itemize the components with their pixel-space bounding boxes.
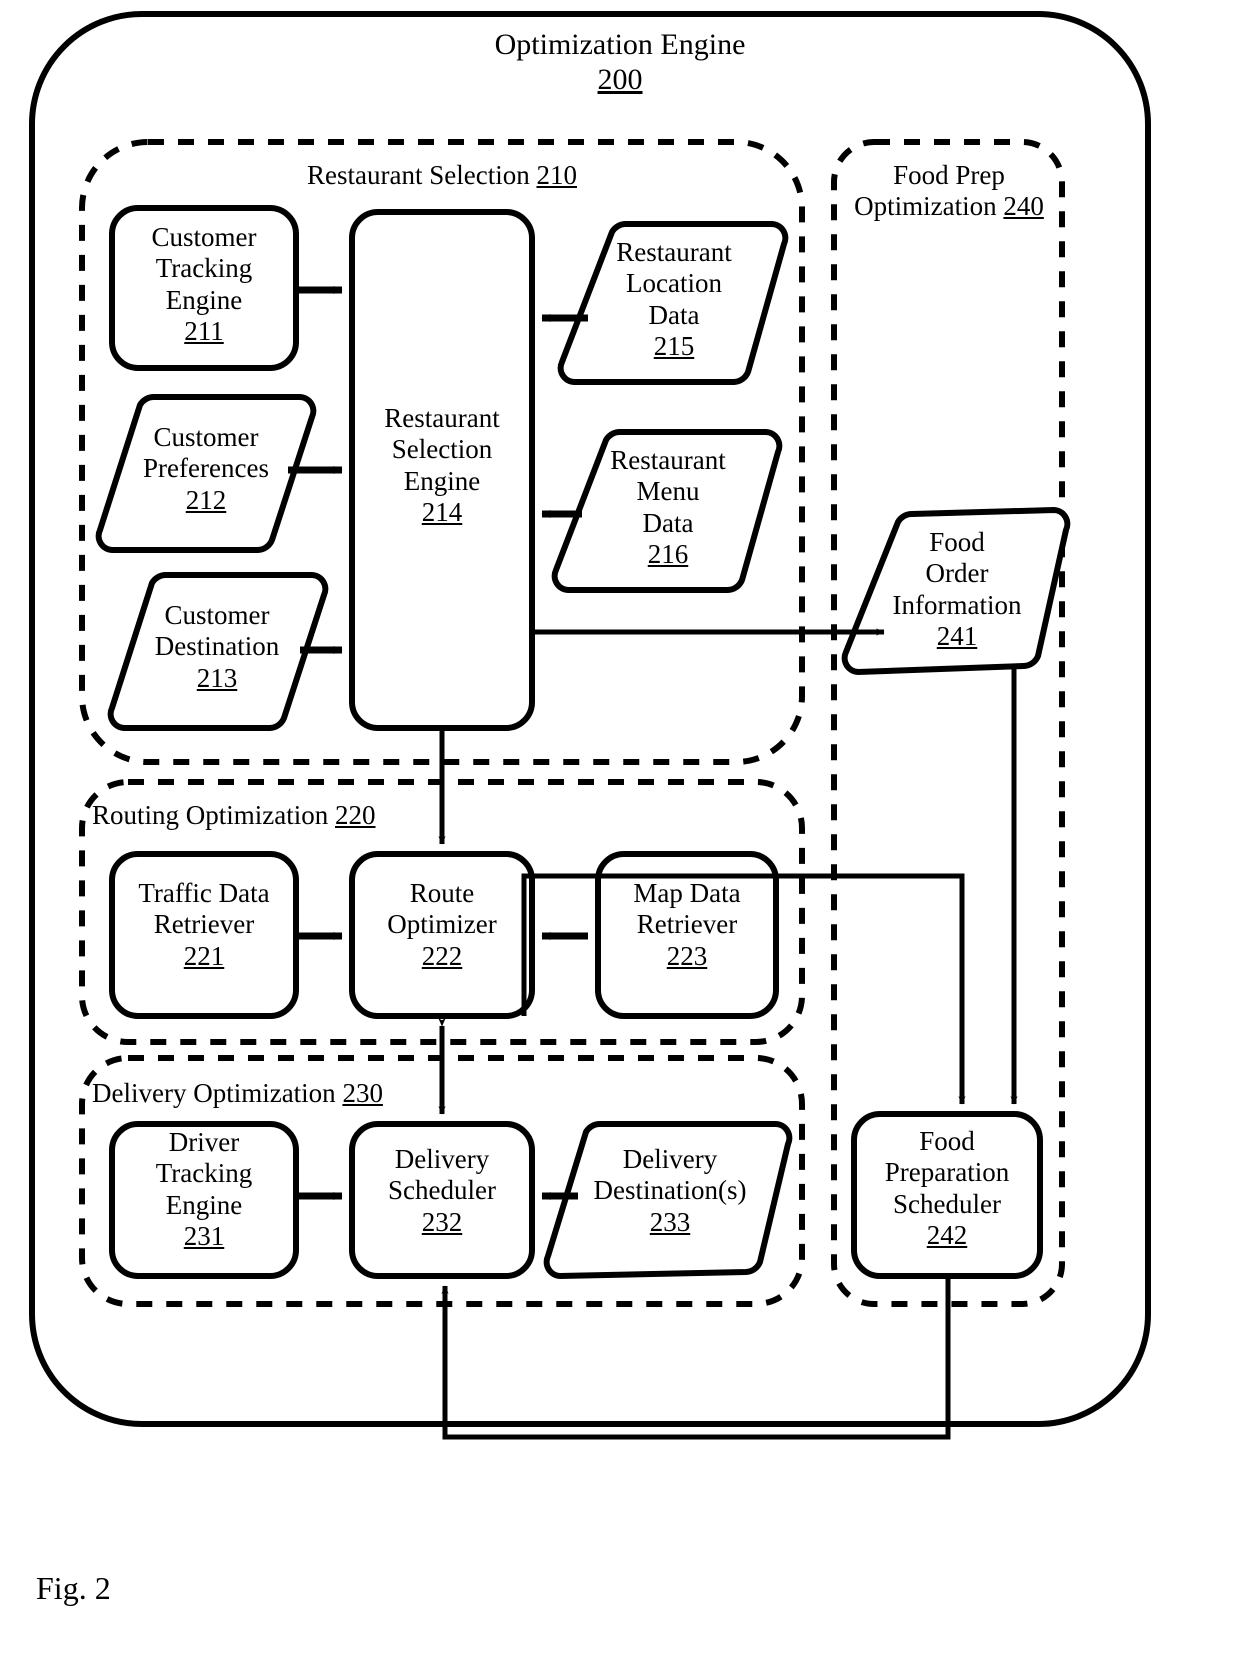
- group-label-routing-text: Routing Optimization: [92, 800, 329, 830]
- node-line: Route: [409, 878, 475, 908]
- group-label-delivery-optimization: Delivery Optimization 230: [92, 1078, 492, 1109]
- node-line: Customer: [153, 422, 259, 452]
- node-line: Scheduler: [893, 1188, 1001, 1219]
- page-title-text: Optimization Engine: [494, 28, 746, 61]
- group-ref-food-prep: 240: [1003, 191, 1044, 222]
- node-label-traffic-data-retriever: Traffic Data Retriever 221: [108, 878, 300, 972]
- node-label-food-preparation-scheduler: Food Preparation Scheduler 242: [850, 1126, 1044, 1251]
- node-ref: 215: [653, 330, 695, 361]
- node-label-food-order-information: Food Order Information 241: [852, 527, 1062, 652]
- node-line: Traffic Data: [138, 878, 270, 908]
- node-ref: 222: [421, 940, 463, 971]
- page-title: Optimization Engine 200: [370, 28, 870, 98]
- group-label-delivery-text: Delivery Optimization: [92, 1078, 336, 1108]
- node-line: Preparation: [884, 1157, 1010, 1188]
- node-line: Retriever: [636, 909, 738, 940]
- node-line: Menu: [636, 476, 700, 507]
- node-label-restaurant-location-data: Restaurant Location Data 215: [566, 237, 782, 362]
- node-line: Restaurant: [616, 237, 732, 267]
- node-ref: 223: [666, 940, 708, 971]
- node-line: Optimizer: [387, 909, 497, 940]
- node-line: Map Data: [633, 878, 741, 908]
- group-label-food-prep-line2: Optimization: [854, 191, 997, 222]
- node-label-customer-destination: Customer Destination 213: [110, 600, 324, 694]
- node-ref: 233: [649, 1206, 691, 1237]
- node-line: Engine: [165, 1189, 243, 1220]
- node-label-customer-tracking-engine: Customer Tracking Engine 211: [112, 222, 296, 347]
- node-ref: 216: [647, 538, 689, 569]
- node-line: Food: [919, 1126, 975, 1156]
- figure-canvas: Optimization Engine 200 Restaurant Selec…: [0, 0, 1240, 1678]
- node-line: Preferences: [143, 453, 269, 484]
- node-line: Food: [929, 527, 985, 557]
- node-line: Selection: [391, 434, 493, 465]
- node-line: Restaurant: [610, 445, 726, 475]
- node-line: Engine: [403, 465, 481, 496]
- group-label-routing-optimization: Routing Optimization 220: [92, 800, 492, 831]
- node-ref: 241: [936, 620, 978, 651]
- group-ref-delivery: 230: [342, 1078, 383, 1108]
- node-label-restaurant-menu-data: Restaurant Menu Data 216: [560, 445, 776, 570]
- node-line: Tracking: [155, 253, 253, 284]
- node-line: Data: [648, 299, 700, 330]
- node-line: Delivery: [622, 1144, 718, 1174]
- node-line: Tracking: [155, 1158, 253, 1189]
- node-line: Order: [925, 558, 989, 589]
- group-ref-restaurant-selection: 210: [536, 160, 577, 190]
- node-label-route-optimizer: Route Optimizer 222: [348, 878, 536, 972]
- node-ref: 221: [183, 940, 225, 971]
- node-line: Customer: [151, 222, 257, 252]
- node-line: Customer: [164, 600, 270, 630]
- figure-caption: Fig. 2: [36, 1570, 296, 1607]
- node-line: Data: [642, 507, 694, 538]
- node-line: Retriever: [153, 909, 255, 940]
- node-label-delivery-destinations: Delivery Destination(s) 233: [556, 1144, 784, 1238]
- node-line: Location: [626, 268, 722, 299]
- node-line: Scheduler: [388, 1175, 496, 1206]
- node-ref: 211: [184, 315, 224, 346]
- node-label-delivery-scheduler: Delivery Scheduler 232: [348, 1144, 536, 1238]
- node-line: Restaurant: [384, 403, 500, 433]
- node-label-restaurant-selection-engine: Restaurant Selection Engine 214: [346, 403, 538, 528]
- group-ref-routing: 220: [335, 800, 376, 830]
- page-title-ref: 200: [597, 62, 643, 96]
- node-ref: 242: [926, 1219, 968, 1250]
- node-line: Information: [892, 589, 1022, 620]
- group-label-restaurant-selection-text: Restaurant Selection: [307, 160, 530, 190]
- group-label-food-prep-line1: Food Prep: [893, 160, 1005, 190]
- node-ref: 214: [421, 496, 463, 527]
- node-ref: 212: [185, 484, 227, 515]
- group-label-food-prep-optimization: Food Prep Optimization 240: [838, 160, 1060, 223]
- node-label-customer-preferences: Customer Preferences 212: [100, 422, 312, 516]
- node-label-map-data-retriever: Map Data Retriever 223: [594, 878, 780, 972]
- node-line: Destination: [154, 631, 280, 662]
- node-ref: 232: [421, 1206, 463, 1237]
- node-label-driver-tracking-engine: Driver Tracking Engine 231: [108, 1127, 300, 1252]
- node-ref: 231: [183, 1220, 225, 1251]
- node-line: Delivery: [394, 1144, 490, 1174]
- node-line: Engine: [165, 284, 243, 315]
- node-line: Destination(s): [593, 1175, 747, 1206]
- node-ref: 213: [196, 662, 238, 693]
- figure-caption-text: Fig. 2: [36, 1570, 111, 1606]
- node-line: Driver: [168, 1127, 240, 1157]
- group-label-restaurant-selection: Restaurant Selection 210: [242, 160, 642, 191]
